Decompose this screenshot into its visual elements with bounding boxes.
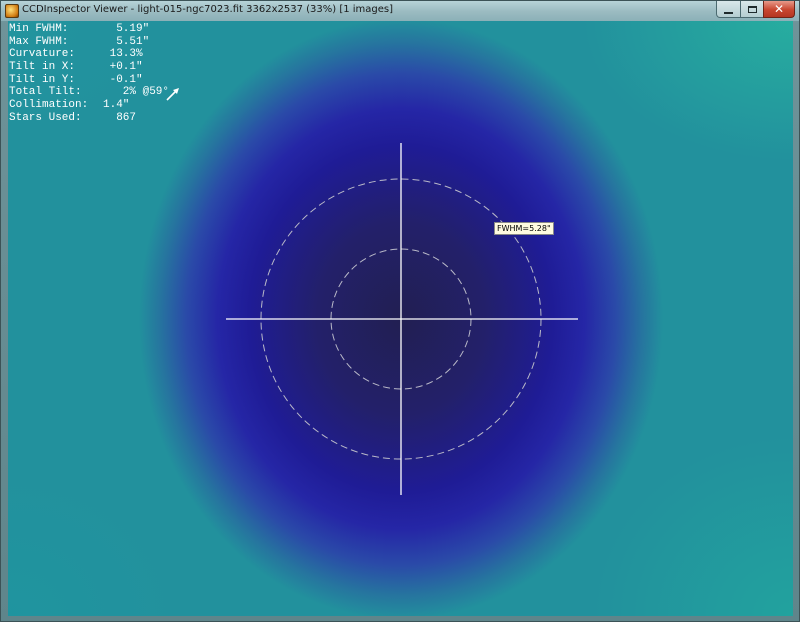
stat-curvature: Curvature: 13.3% bbox=[9, 48, 143, 61]
close-button[interactable]: ✕ bbox=[763, 1, 795, 18]
ccdinspector-viewer-window: CCDInspector Viewer - light-015-ngc7023.… bbox=[0, 0, 800, 622]
ccdinspector-app-icon[interactable] bbox=[5, 4, 19, 18]
tilt-direction-arrow-icon bbox=[166, 88, 179, 101]
stat-min-fwhm: Min FWHM: 5.19" bbox=[9, 23, 150, 35]
fwhm-label: FWHM=5.28" bbox=[494, 222, 554, 235]
minimize-icon bbox=[724, 11, 733, 14]
window-title: CCDInspector Viewer - light-015-ngc7023.… bbox=[22, 4, 394, 15]
stat-stars-used: Stars Used: 867 bbox=[9, 111, 137, 124]
stat-max-fwhm: Max FWHM: 5.51" bbox=[9, 35, 150, 48]
statistics-panel: Min FWHM: 5.19" Max FWHM: 5.51" Curvatur… bbox=[9, 23, 169, 125]
stat-total-tilt: Total Tilt: 2% @59° bbox=[9, 86, 170, 99]
maximize-button[interactable] bbox=[740, 1, 764, 18]
minimize-button[interactable] bbox=[716, 1, 741, 18]
stat-tilt-x: Tilt in X: +0.1" bbox=[9, 61, 143, 74]
title-bar[interactable]: CCDInspector Viewer - light-015-ngc7023.… bbox=[1, 1, 799, 21]
stat-collimation: Collimation: 1.4" bbox=[9, 99, 130, 112]
close-icon: ✕ bbox=[773, 2, 785, 16]
maximize-icon bbox=[747, 5, 757, 13]
image-view[interactable]: Min FWHM: 5.19" Max FWHM: 5.51" Curvatur… bbox=[8, 21, 793, 616]
stat-tilt-y: Tilt in Y: -0.1" bbox=[9, 73, 143, 86]
